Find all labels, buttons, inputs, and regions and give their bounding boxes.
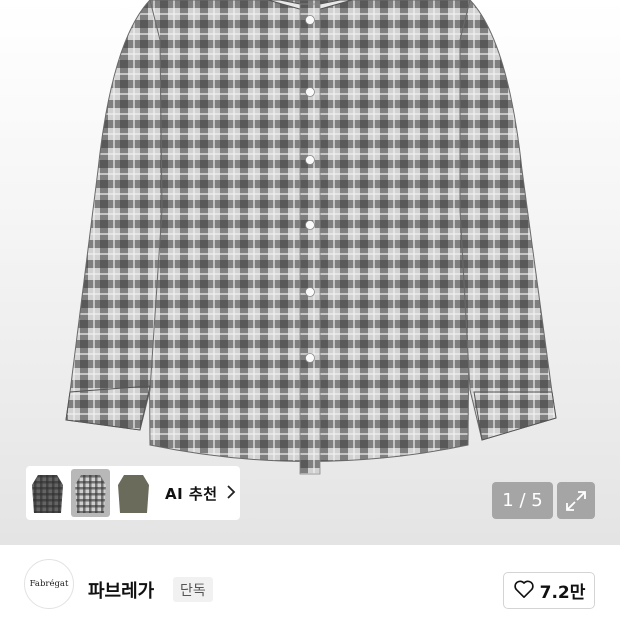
brand-logo-avatar[interactable]: Fabrégat <box>24 559 74 609</box>
like-button[interactable]: 7.2만 <box>503 572 595 609</box>
ai-recommend-label: AI 추천 <box>165 484 218 503</box>
product-image-gallery[interactable]: AI 추천 1 / 5 <box>0 0 620 545</box>
brand-bar: Fabrégat 파브레가 단독 7.2만 <box>0 545 620 620</box>
gray-check-shirt-thumb[interactable] <box>71 469 110 517</box>
expand-arrows-icon[interactable] <box>557 482 595 519</box>
chevron-right-icon <box>226 484 236 503</box>
brand-name-link[interactable]: 파브레가 <box>88 577 154 603</box>
product-shirt-image <box>65 0 557 475</box>
like-count: 7.2만 <box>539 583 586 603</box>
ai-recommend-button[interactable]: AI 추천 <box>26 466 240 520</box>
exclusive-badge: 단독 <box>173 577 213 602</box>
khaki-shirt-thumb[interactable] <box>114 469 153 517</box>
black-check-shirt-thumb[interactable] <box>28 469 67 517</box>
image-pager: 1 / 5 <box>492 482 553 519</box>
heart-outline-icon <box>513 579 535 603</box>
brand-logo-text: Fabrégat <box>29 579 69 589</box>
